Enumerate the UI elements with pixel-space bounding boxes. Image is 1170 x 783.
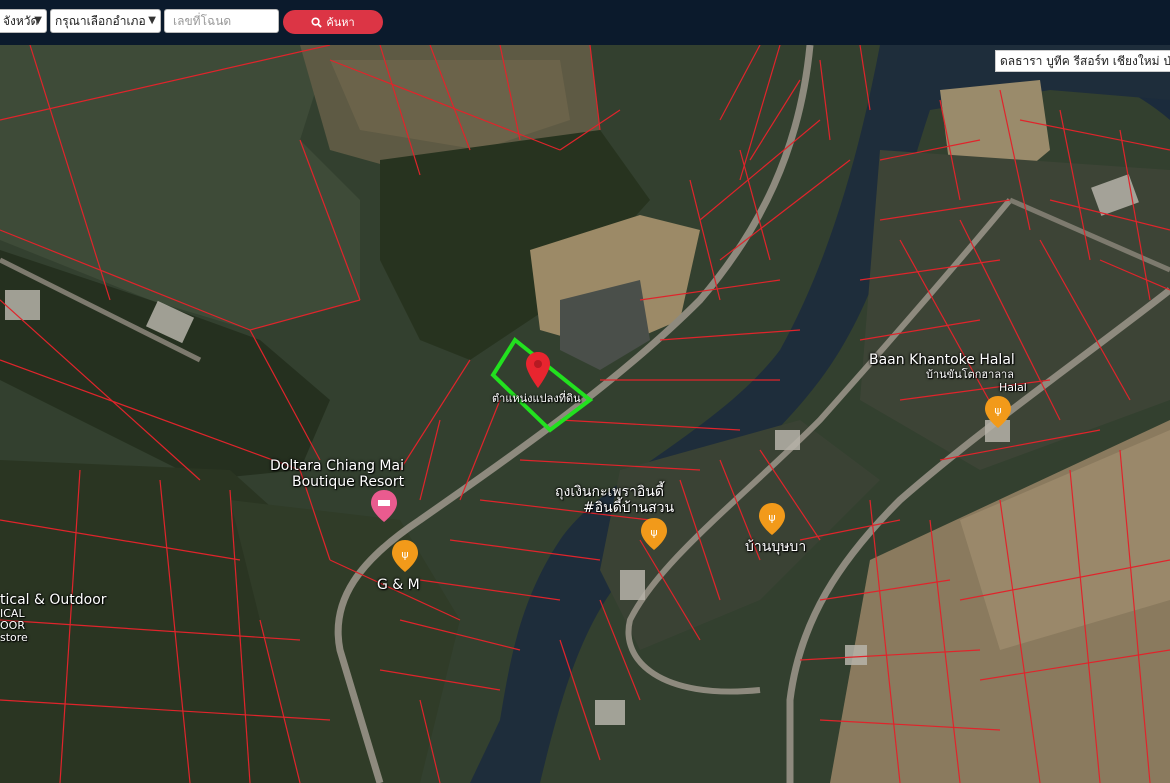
map-canvas[interactable]: ψ ψ ψ ψ [0,45,1170,783]
district-select-value: กรุณาเลือกอำเภอ [55,14,146,28]
chevron-down-icon: ▼ [148,15,156,26]
place-label-doltara-line2[interactable]: Boutique Resort [292,475,404,490]
place-label-outdoor-line4[interactable]: store [0,632,28,644]
place-label-baan-khantoke-th[interactable]: บ้านขันโตกฮาลาล [926,369,1014,381]
place-label-doltara-line1[interactable]: Doltara Chiang Mai [270,459,404,474]
place-label-outdoor-line1[interactable]: tical & Outdoor [0,593,107,608]
search-toolbar: จังหวัด ▼ กรุณาเลือกอำเภอ ▼ ค้นหา [0,0,1170,45]
province-select[interactable]: จังหวัด ▼ [0,9,47,33]
svg-text:ψ: ψ [401,548,408,561]
district-select[interactable]: กรุณาเลือกอำเภอ ▼ [50,9,161,33]
svg-text:ψ: ψ [768,511,775,524]
province-select-value: จังหวัด [3,14,39,28]
satellite-map[interactable]: ψ ψ ψ ψ ตำแหน่งแปลงที่ดิน Baan Khantoke … [0,45,1170,783]
search-icon [311,16,323,28]
place-label-outdoor-line3[interactable]: OOR [0,620,25,632]
place-label-outdoor-line2[interactable]: ICAL [0,608,25,620]
svg-text:ψ: ψ [650,526,657,539]
search-button-label: ค้นหา [326,16,355,29]
place-label-baan-khantoke-en[interactable]: Baan Khantoke Halal [869,353,1015,368]
chevron-down-icon: ▼ [34,15,42,26]
place-label-baan-boonya[interactable]: บ้านบุษบา [745,540,806,555]
place-search-box[interactable]: ดลธารา บูทีค รีสอร์ท เชียงใหม่ ป่าแดด [995,50,1170,72]
svg-text:ψ: ψ [994,404,1001,417]
place-label-tung-ngern-line2[interactable]: #อินดี้บ้านสวน [583,501,674,516]
place-search-text: ดลธารา บูทีค รีสอร์ท เชียงใหม่ ป่าแดด [1000,54,1170,68]
place-label-g-and-m[interactable]: G & M [377,578,420,593]
parcel-marker-label: ตำแหน่งแปลงที่ดิน [492,392,581,405]
deed-number-input[interactable] [164,9,279,33]
place-label-baan-khantoke-th2[interactable]: Halal [999,382,1027,394]
place-label-tung-ngern-line1[interactable]: ถุงเงินกะเพราอินดี้ [555,485,664,500]
search-button[interactable]: ค้นหา [283,10,383,34]
